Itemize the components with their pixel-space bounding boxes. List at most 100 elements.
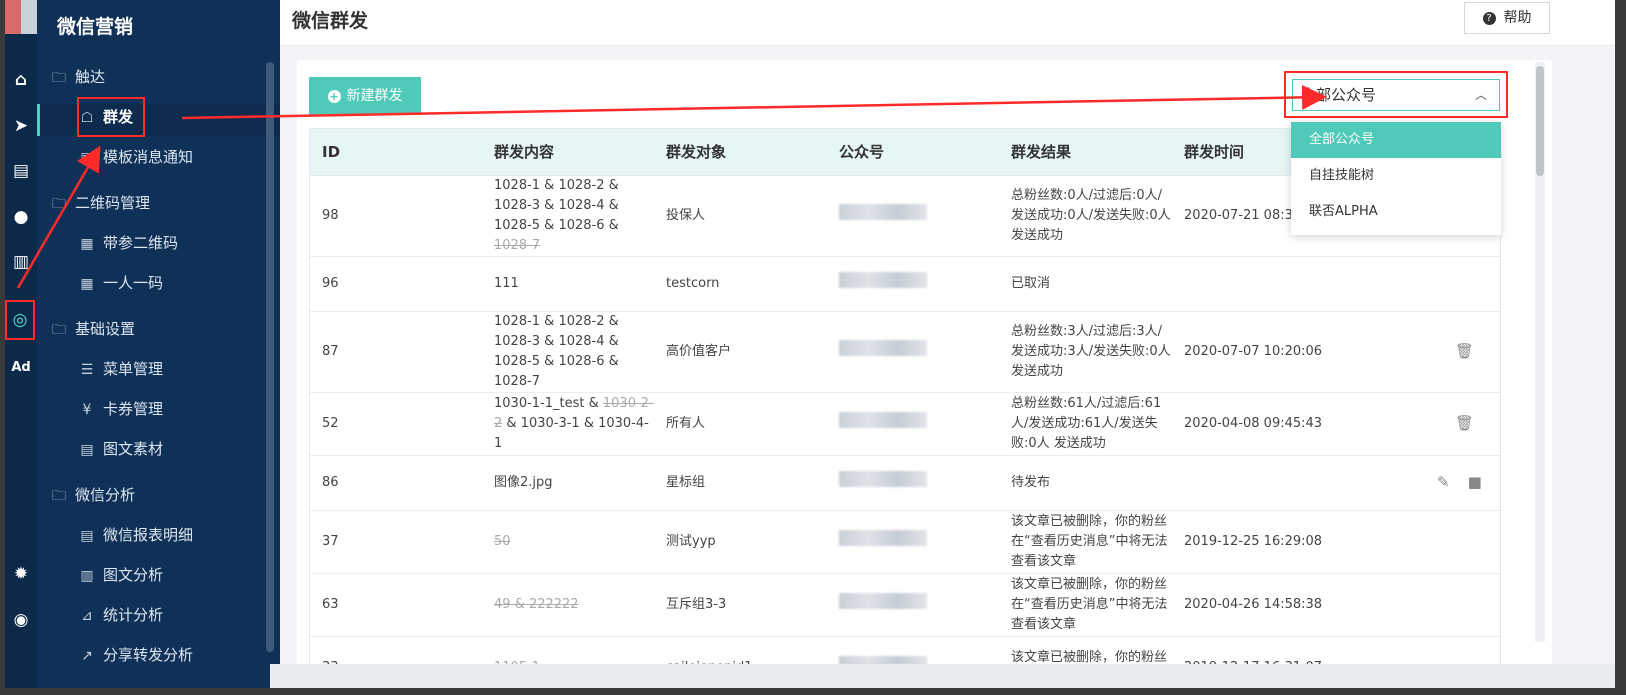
cell-account [827, 175, 999, 257]
wechat-icon[interactable]: ◎ [5, 300, 35, 340]
cell-time: 2019-12-25 16:29:08 [1172, 510, 1345, 574]
table-row[interactable]: 37 50 测试yyp 该文章已被删除，你的粉丝在“查看历史消息”中将无法查看该… [310, 510, 1500, 574]
cell-actions: ✎ ■ [1345, 455, 1500, 511]
sidebar: 微信营销 🗀 触达 ☖ 群发 ▣ 模板消息通知 🗀 二维码管理 ▦ 带参二维码 ▦ 一人一码… [37, 0, 280, 688]
gear-icon[interactable]: ✹ [5, 560, 37, 588]
new-broadcast-button[interactable]: + 新建群发 [309, 77, 421, 115]
blurred-account [839, 272, 927, 288]
blurred-account [839, 471, 927, 487]
cell-account [827, 311, 999, 393]
table-row[interactable]: 96 111 testcorn 已取消 [310, 256, 1500, 312]
home-icon[interactable]: ⌂ [5, 66, 37, 94]
cell-target: 高价值客户 [654, 311, 827, 393]
folder-icon: 🗀 [52, 488, 66, 504]
cell-id: 96 [310, 256, 482, 312]
sidebar-active-highlight [37, 104, 280, 136]
cell-result: 总粉丝数:3人/过滤后:3人/发送成功:3人/发送失败:0人 发送成功 [999, 311, 1172, 393]
cell-id: 63 [310, 573, 482, 637]
cell-id: 98 [310, 175, 482, 257]
table-row[interactable]: 63 49 & 222222 互斥组3-3 该文章已被删除，你的粉丝在“查看历史… [310, 573, 1500, 637]
dropdown-option[interactable]: 自挂技能树 [1291, 158, 1501, 194]
share-icon: ↗ [81, 648, 93, 664]
cell-content: 1028-1 & 1028-2 & 1028-3 & 1028-4 & 1028… [482, 311, 654, 393]
folder-icon: 🗀 [52, 70, 66, 86]
layout-icon[interactable]: ▤ [5, 157, 37, 185]
qrcode-icon: ▦ [80, 236, 94, 252]
blurred-account [839, 340, 927, 356]
qrcode-icon: ▦ [80, 276, 94, 292]
trash-icon[interactable]: 🗑 [1455, 414, 1474, 432]
sidebar-group-reach[interactable]: 🗀 触达 [49, 66, 105, 88]
folder-icon: 🗀 [52, 196, 66, 212]
chevron-up-icon: ︿ [1474, 88, 1487, 102]
sidebar-item-one-code[interactable]: ▦ 一人一码 [77, 272, 163, 294]
dropdown-option[interactable]: 联否ALPHA [1291, 194, 1501, 230]
cell-actions: 🗑 [1345, 392, 1500, 456]
scrollbar-thumb[interactable] [1536, 66, 1544, 176]
blurred-account [839, 593, 927, 609]
column-header: 群发对象 [654, 129, 827, 176]
cell-account [827, 573, 999, 637]
cell-content: 图像2.jpg [482, 455, 654, 511]
sidebar-item-report[interactable]: ▤ 微信报表明细 [77, 524, 193, 546]
edit-icon[interactable]: ✎ [1437, 473, 1450, 491]
cell-result: 该文章已被删除，你的粉丝在“查看历史消息”中将无法查看该文章 [999, 573, 1172, 637]
stop-icon[interactable]: ■ [1468, 473, 1482, 491]
cell-target: 所有人 [654, 392, 827, 456]
cell-time [1172, 256, 1345, 312]
sidebar-item-template[interactable]: ▣ 模板消息通知 [77, 146, 193, 168]
table-row[interactable]: 86 图像2.jpg 星标组 待发布 ✎ ■ [310, 455, 1500, 511]
page-scrollbar[interactable] [1535, 62, 1545, 642]
cell-target: 互斥组3-3 [654, 573, 827, 637]
blurred-account [839, 204, 927, 220]
cell-id: 86 [310, 455, 482, 511]
trash-icon[interactable]: 🗑 [1455, 342, 1474, 360]
logo [5, 0, 37, 34]
menu-icon: ☰ [80, 362, 94, 378]
user-icon[interactable]: ● [5, 203, 37, 231]
blurred-account [839, 412, 927, 428]
cell-target: testcorn [654, 256, 827, 312]
cell-account [827, 510, 999, 574]
sidebar-item-coupon[interactable]: ¥ 卡券管理 [77, 398, 163, 420]
question-icon: ? [1482, 11, 1496, 25]
column-header: 群发结果 [999, 129, 1172, 176]
table-row[interactable]: 52 1030-1-1_test & 1030-2-2 & 1030-3-1 &… [310, 392, 1500, 456]
template-icon: ▣ [80, 150, 94, 166]
cell-target: 投保人 [654, 175, 827, 257]
bar-chart-icon[interactable]: ▥ [5, 248, 37, 276]
cell-actions: 🗑 [1345, 311, 1500, 393]
cell-result: 已取消 [999, 256, 1172, 312]
cell-content: 1030-1-1_test & 1030-2-2 & 1030-3-1 & 10… [482, 392, 654, 456]
sidebar-item-article[interactable]: ▤ 图文素材 [77, 438, 163, 460]
ad-icon[interactable]: Ad [5, 354, 37, 382]
help-button[interactable]: ? 帮助 [1464, 2, 1550, 34]
sidebar-item-param-qrcode[interactable]: ▦ 带参二维码 [77, 232, 178, 254]
cell-account [827, 256, 999, 312]
annotation-box-broadcast [77, 97, 145, 137]
sidebar-item-stats[interactable]: ⊿ 统计分析 [77, 604, 163, 626]
sidebar-title: 微信营销 [57, 16, 134, 38]
cell-actions [1345, 256, 1500, 312]
pagination-strip [270, 664, 1615, 688]
column-header: ID [310, 129, 482, 176]
sidebar-scrollbar[interactable] [266, 62, 274, 652]
send-icon[interactable]: ➤ [5, 112, 37, 140]
account-select[interactable]: 全部公众号 ︿ [1292, 79, 1500, 111]
dropdown-option[interactable]: 全部公众号 [1291, 122, 1501, 158]
cell-account [827, 455, 999, 511]
account-dropdown: 全部公众号 自挂技能树 联否ALPHA [1291, 122, 1501, 235]
sidebar-item-share[interactable]: ↗ 分享转发分析 [77, 644, 193, 666]
sidebar-group-analysis[interactable]: 🗀 微信分析 [49, 484, 135, 506]
sidebar-item-article-analysis[interactable]: ▥ 图文分析 [77, 564, 163, 586]
icon-rail: ⌂ ➤ ▤ ● ▥ ◎ Ad ✹ ◉ [5, 0, 37, 688]
cell-content: 111 [482, 256, 654, 312]
cell-id: 87 [310, 311, 482, 393]
chat-icon[interactable]: ◉ [5, 606, 37, 634]
table-row[interactable]: 87 1028-1 & 1028-2 & 1028-3 & 1028-4 & 1… [310, 311, 1500, 393]
sidebar-group-qrcode[interactable]: 🗀 二维码管理 [49, 192, 150, 214]
sidebar-item-menu[interactable]: ☰ 菜单管理 [77, 358, 163, 380]
coupon-icon: ¥ [82, 402, 92, 418]
sidebar-group-settings[interactable]: 🗀 基础设置 [49, 318, 135, 340]
column-header: 群发内容 [482, 129, 654, 176]
